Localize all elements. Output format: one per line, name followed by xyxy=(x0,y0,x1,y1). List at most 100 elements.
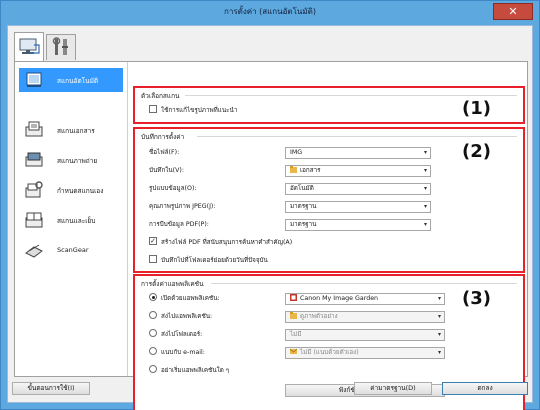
dropdown-arrow-icon: ▾ xyxy=(423,185,427,192)
dropdown-arrow-icon: ▾ xyxy=(423,149,427,156)
open-with-app-radio[interactable] xyxy=(149,293,157,301)
save-in-select[interactable]: เอกสาร ▾ xyxy=(285,165,431,177)
dropdown-arrow-icon: ▾ xyxy=(437,313,441,320)
dropdown-arrow-icon: ▾ xyxy=(437,331,441,338)
sidebar-item-label: สแกนและเย็บ xyxy=(57,217,96,225)
ok-button[interactable]: ตกลง xyxy=(442,382,528,395)
dialog-client: สแกนอัตโนมัติ สแกนเอกสาร สแกนภาพถ่าย กำห… xyxy=(7,25,533,410)
field-label: การบีบข้อมูล PDF(P): xyxy=(149,221,209,228)
sidebar-item-photo-scan[interactable]: สแกนภาพถ่าย xyxy=(19,148,123,172)
section-divider xyxy=(197,136,517,137)
custom-scan-icon xyxy=(25,181,43,198)
dropdown-arrow-icon: ▾ xyxy=(423,221,427,228)
sidebar-item-label: ScanGear xyxy=(57,246,89,254)
file-name-input[interactable]: IMG ▾ xyxy=(285,147,431,159)
send-to-app-option[interactable]: ส่งไปแอพพลิเคชัน: xyxy=(149,311,212,323)
sidebar-item-label: สแกนอัตโนมัติ xyxy=(57,77,99,85)
instructions-button[interactable]: ขั้นตอนการใช้(I) xyxy=(12,382,90,395)
option-label: อย่าเริ่มแอพพลิเคชันใด ๆ xyxy=(161,367,230,374)
section-number: (3) xyxy=(462,288,491,309)
select-value: อัตโนมัติ xyxy=(290,185,314,192)
attach-email-select[interactable]: ไม่มี (แนบด้วยตัวเอง) ▾ xyxy=(285,347,445,359)
section-divider xyxy=(211,283,517,284)
section-divider xyxy=(185,95,517,96)
tab-general-settings[interactable] xyxy=(46,34,76,60)
sidebar-item-document-scan[interactable]: สแกนเอกสาร xyxy=(19,118,123,142)
searchable-pdf-option[interactable]: ✓ สร้างไฟล์ PDF ที่สนับสนุนการค้นหาคำสำคั… xyxy=(149,237,292,249)
photo-scan-icon xyxy=(25,152,43,167)
select-value: ไม่มี (แนบด้วยตัวเอง) xyxy=(300,349,359,356)
auto-scan-icon xyxy=(26,72,42,87)
tab-scan-from-computer[interactable] xyxy=(14,32,44,62)
sidebar-item-custom-scan[interactable]: กำหนดสแกนเอง xyxy=(19,178,123,202)
field-label: คุณภาพรูปภาพ JPEG(J): xyxy=(149,203,216,210)
field-label: บันทึกใน(V): xyxy=(149,167,184,174)
defaults-button[interactable]: ค่ามาตรฐาน(D) xyxy=(354,382,432,395)
section-number: (1) xyxy=(462,98,491,119)
option-label: ส่งไปโฟลเดอร์: xyxy=(161,331,203,338)
select-value: Canon My Image Garden xyxy=(300,295,379,302)
data-format-select[interactable]: อัตโนมัติ ▾ xyxy=(285,183,431,195)
field-label: รูปแบบข้อมูล(O): xyxy=(149,185,197,192)
select-value: มาตรฐาน xyxy=(290,203,317,210)
option-label: ใช้การแก้ไขรูปภาพที่แนะนำ xyxy=(161,107,238,114)
scan-mode-sidebar: สแกนอัตโนมัติ สแกนเอกสาร สแกนภาพถ่าย กำห… xyxy=(15,62,128,376)
scangear-icon xyxy=(25,244,43,258)
dropdown-arrow-icon: ▾ xyxy=(423,203,427,210)
mail-icon xyxy=(289,348,298,355)
option-label: บันทึกไปที่โฟลเดอร์ย่อยด้วยวันที่ปัจจุบั… xyxy=(161,257,268,264)
searchable-pdf-checkbox[interactable]: ✓ xyxy=(149,237,157,245)
no-app-option[interactable]: อย่าเริ่มแอพพลิเคชันใด ๆ xyxy=(149,365,229,377)
save-settings-section: บันทึกการตั้งค่า (2) ชื่อไฟล์(F): IMG ▾ บ… xyxy=(133,127,525,273)
jpeg-quality-select[interactable]: มาตรฐาน ▾ xyxy=(285,201,431,213)
open-with-app-option[interactable]: เปิดด้วยแอพพลิเคชัน: xyxy=(149,293,220,305)
subfolder-date-checkbox[interactable] xyxy=(149,255,157,263)
send-to-folder-radio[interactable] xyxy=(149,329,157,337)
dropdown-arrow-icon: ▾ xyxy=(423,167,427,174)
sidebar-item-scan-stitch[interactable]: สแกนและเย็บ xyxy=(19,208,123,232)
sidebar-item-label: สแกนเอกสาร xyxy=(57,127,95,135)
scan-options-section: ตัวเลือกสแกน (1) ใช้การแก้ไขรูปภาพที่แนะ… xyxy=(133,86,525,124)
subfolder-date-option[interactable]: บันทึกไปที่โฟลเดอร์ย่อยด้วยวันที่ปัจจุบั… xyxy=(149,255,268,267)
pdf-compression-select[interactable]: มาตรฐาน ▾ xyxy=(285,219,431,231)
select-value: ดูภาพตัวอย่าง xyxy=(300,313,338,320)
send-to-folder-option[interactable]: ส่งไปโฟลเดอร์: xyxy=(149,329,202,341)
dropdown-arrow-icon: ▾ xyxy=(437,349,441,356)
select-value: ไม่มี xyxy=(290,331,302,338)
option-label: สร้างไฟล์ PDF ที่สนับสนุนการค้นหาคำสำคัญ… xyxy=(161,239,293,246)
folder-icon xyxy=(290,165,297,173)
sidebar-item-auto-scan[interactable]: สแกนอัตโนมัติ xyxy=(19,68,123,92)
option-label: เปิดด้วยแอพพลิเคชัน: xyxy=(161,295,220,302)
general-settings-icon xyxy=(52,37,68,55)
document-scan-icon xyxy=(25,121,43,137)
open-with-app-select[interactable]: Canon My Image Garden ▾ xyxy=(285,293,445,305)
option-label: ส่งไปแอพพลิเคชัน: xyxy=(161,313,213,320)
send-to-folder-select[interactable]: ไม่มี ▾ xyxy=(285,329,445,341)
send-to-app-radio[interactable] xyxy=(149,311,157,319)
dropdown-arrow-icon: ▾ xyxy=(437,295,441,302)
attach-email-radio[interactable] xyxy=(149,347,157,355)
sidebar-item-label: สแกนภาพถ่าย xyxy=(57,157,98,165)
window-title: การตั้งค่า (สแกนอัตโนมัติ) xyxy=(224,7,316,16)
field-label: ชื่อไฟล์(F): xyxy=(149,149,180,156)
scan-from-computer-icon xyxy=(19,38,40,54)
settings-window: การตั้งค่า (สแกนอัตโนมัติ) ✕ สแกนอัตโนมั… xyxy=(0,0,540,410)
select-value: มาตรฐาน xyxy=(290,221,317,228)
section-title: ตัวเลือกสแกน xyxy=(141,92,180,100)
option-label: แนบกับ e-mail: xyxy=(161,349,205,356)
sidebar-item-label: กำหนดสแกนเอง xyxy=(57,187,104,195)
section-number: (2) xyxy=(462,141,491,162)
folder-icon xyxy=(290,311,297,319)
section-title: บันทึกการตั้งค่า xyxy=(141,133,185,141)
select-value: เอกสาร xyxy=(300,167,321,174)
app-icon xyxy=(290,293,297,301)
sidebar-item-scangear[interactable]: ScanGear xyxy=(19,238,123,262)
send-to-app-select[interactable]: ดูภาพตัวอย่าง ▾ xyxy=(285,311,445,323)
no-app-radio[interactable] xyxy=(149,365,157,373)
recommended-correction-checkbox[interactable] xyxy=(149,105,157,113)
scan-stitch-icon xyxy=(25,212,43,228)
recommended-correction-option[interactable]: ใช้การแก้ไขรูปภาพที่แนะนำ xyxy=(149,105,237,117)
attach-email-option[interactable]: แนบกับ e-mail: xyxy=(149,347,205,359)
select-value: IMG xyxy=(290,149,303,156)
close-button[interactable]: ✕ xyxy=(493,3,533,20)
